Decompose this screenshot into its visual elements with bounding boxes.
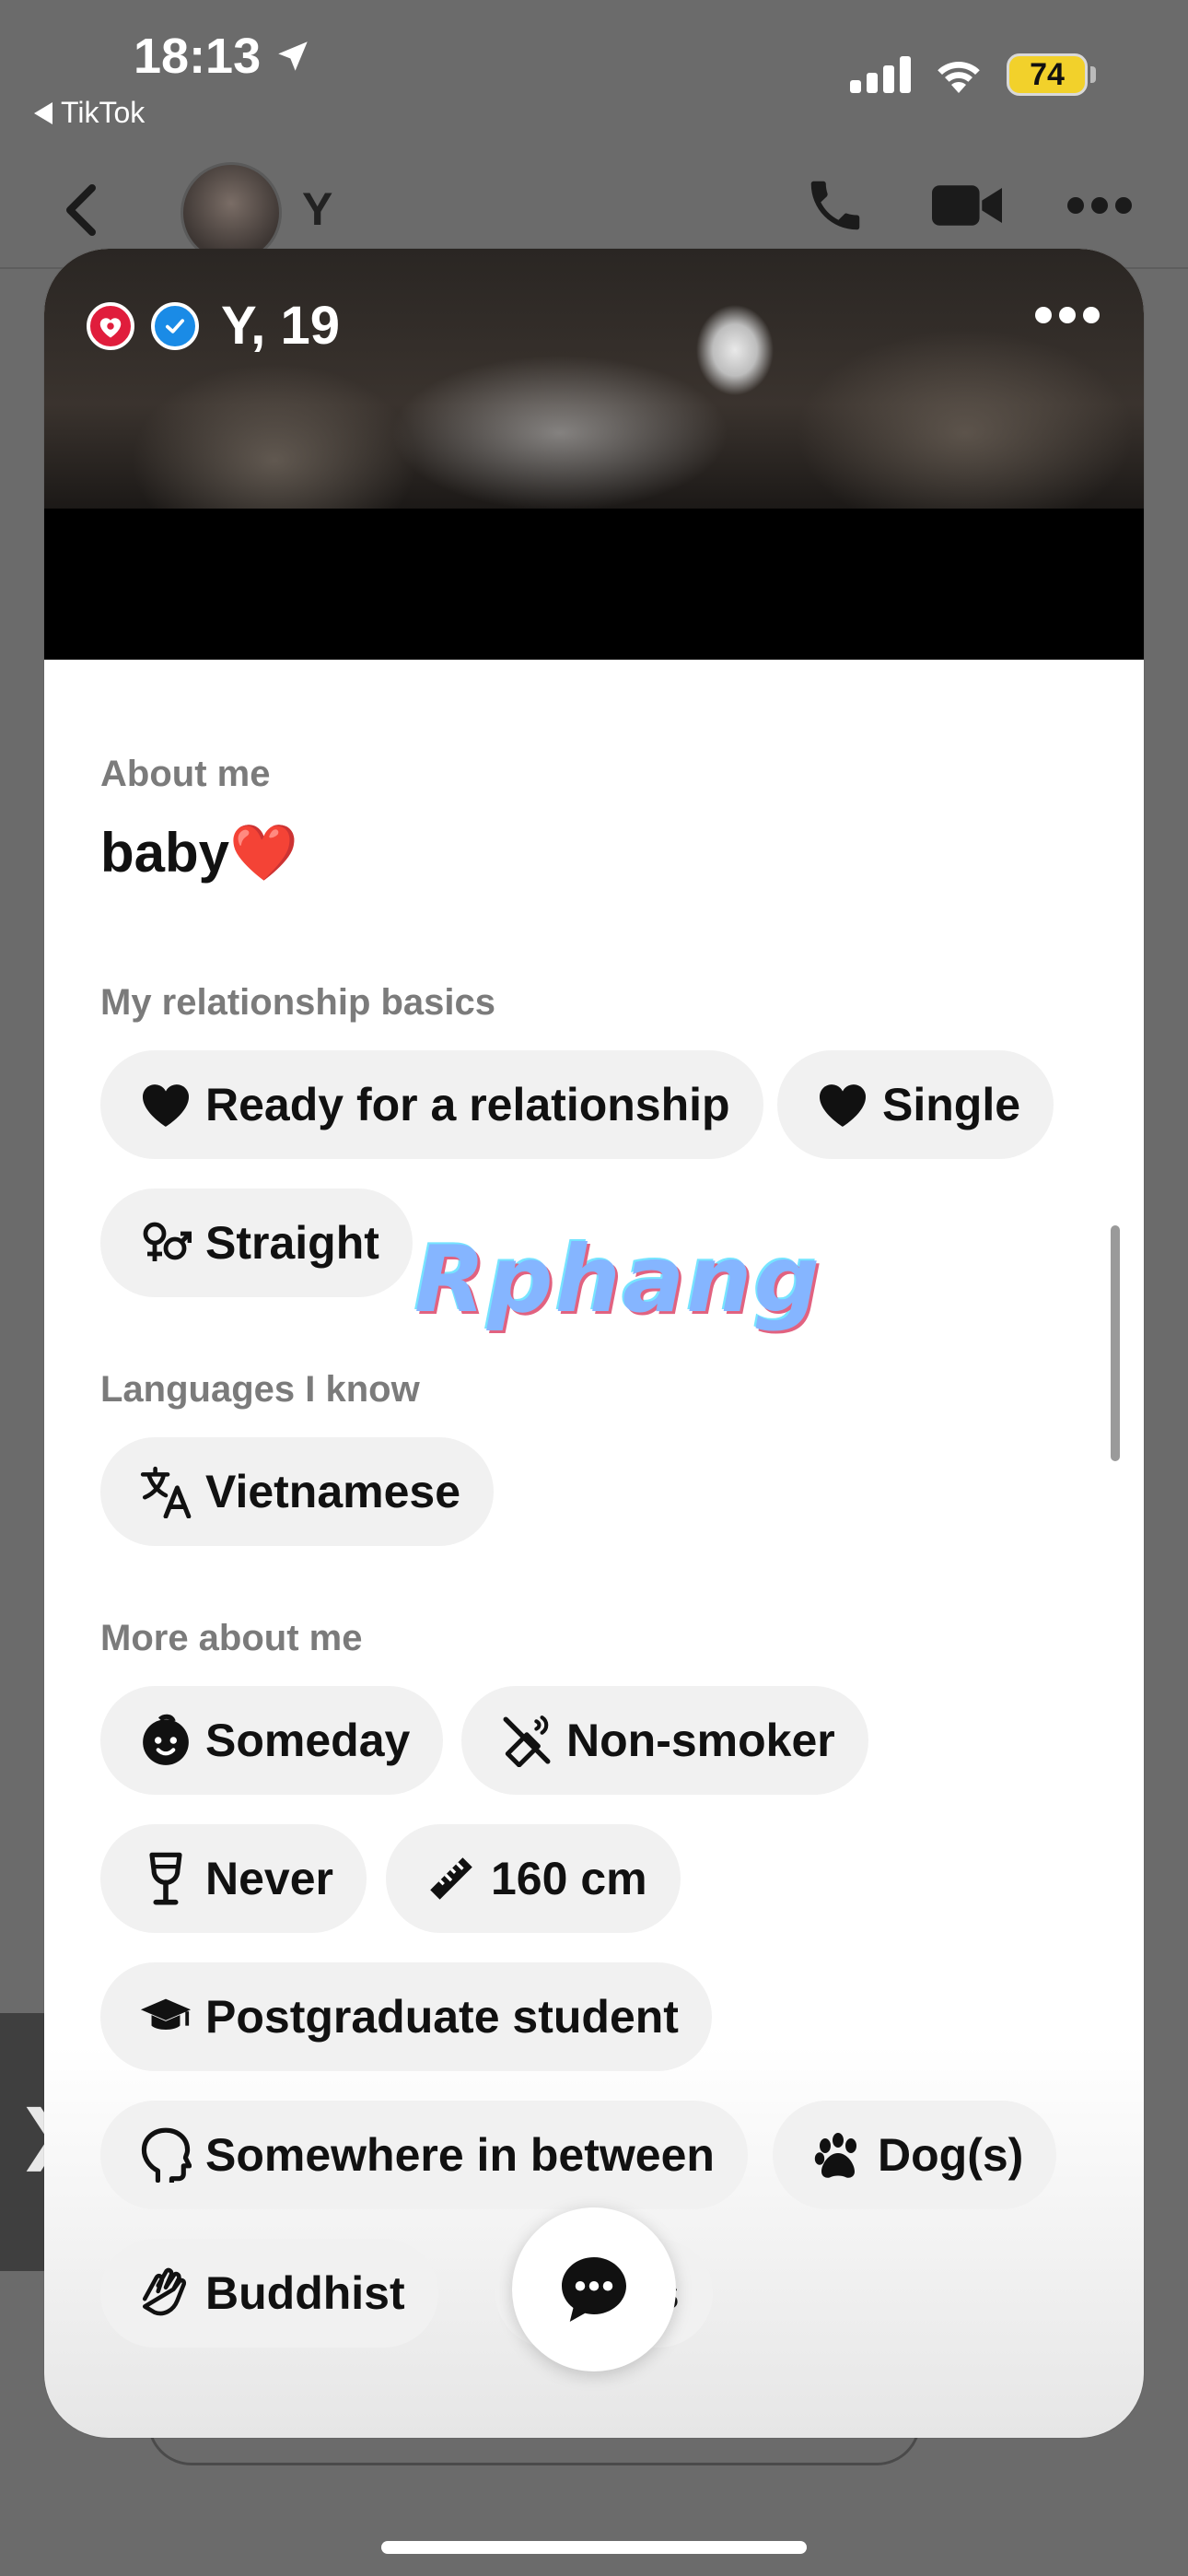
back-chevron-icon — [66, 184, 96, 236]
heart-icon — [816, 1078, 869, 1131]
wine-glass-icon — [139, 1852, 192, 1905]
hearts-badge-icon — [87, 301, 134, 350]
graduation-cap-icon — [139, 1990, 192, 2043]
verified-check-icon — [151, 301, 199, 350]
chip-height: 160 cm — [386, 1824, 681, 1933]
battery-level: 74 — [1007, 53, 1088, 96]
chip-label: Vietnamese — [205, 1466, 461, 1517]
chip-language: Vietnamese — [100, 1437, 495, 1546]
back-triangle-icon — [34, 101, 52, 124]
no-smoking-icon — [500, 1714, 553, 1767]
more-about-me-label: More about me — [100, 1618, 363, 1658]
video-camera-icon[interactable] — [932, 180, 1002, 231]
chip-label: Straight — [205, 1217, 379, 1269]
profile-photo[interactable] — [44, 249, 1144, 509]
gender-symbols-icon — [139, 1216, 192, 1270]
profile-photo-letterbox — [44, 509, 1144, 660]
praying-hands-icon — [139, 2266, 192, 2320]
chat-actions — [803, 173, 1133, 238]
chip-label: Ready for a relationship — [205, 1079, 730, 1130]
chat-bubble-icon — [562, 2257, 626, 2322]
chip-orientation: Straight — [100, 1188, 413, 1297]
languages-label: Languages I know — [100, 1369, 420, 1410]
chip-personality: Somewhere in between — [100, 2101, 748, 2209]
chip-religion: Buddhist — [100, 2239, 438, 2348]
chip-label: Buddhist — [205, 2267, 405, 2319]
chip-pets: Dog(s) — [773, 2101, 1057, 2209]
paw-icon — [811, 2128, 865, 2182]
chip-education: Postgraduate student — [100, 1962, 712, 2071]
chip-label: Somewhere in between — [205, 2129, 715, 2181]
phone-icon[interactable] — [803, 173, 868, 238]
battery-tip — [1090, 66, 1096, 83]
location-arrow-icon — [278, 41, 308, 71]
chip-relationship-status: Single — [777, 1050, 1054, 1159]
wifi-icon — [938, 62, 980, 93]
clock-text: 18:13 — [134, 29, 262, 84]
chip-label: Single — [882, 1079, 1021, 1130]
status-indicators: 74 — [850, 53, 1096, 96]
about-me-text: baby❤️ — [100, 822, 298, 884]
heart-icon — [139, 1078, 192, 1131]
cellular-signal-icon — [850, 56, 911, 93]
relationship-basics-label: My relationship basics — [100, 982, 496, 1023]
status-time: 18:13 — [134, 28, 312, 85]
chip-label: Never — [205, 1853, 333, 1904]
status-bar: 18:13 TikTok 74 — [0, 0, 1188, 138]
more-dots-icon — [1035, 307, 1100, 323]
profile-header: Y, 19 — [87, 295, 340, 357]
battery-icon: 74 — [1007, 53, 1096, 96]
scrollbar[interactable] — [1111, 1225, 1120, 1461]
chip-label: Non-smoker — [566, 1715, 835, 1766]
more-dots-icon[interactable] — [1066, 196, 1133, 215]
baby-face-icon — [139, 1714, 192, 1767]
chat-contact-name[interactable]: Y — [302, 182, 332, 236]
profile-name-age: Y, 19 — [221, 296, 340, 356]
chip-relationship-goal: Ready for a relationship — [100, 1050, 763, 1159]
chip-label: Postgraduate student — [205, 1991, 679, 2043]
chat-button[interactable] — [512, 2207, 676, 2371]
watermark-text: Rphang — [414, 1225, 822, 1333]
chip-label: Dog(s) — [878, 2129, 1024, 2181]
chip-smoking: Non-smoker — [461, 1686, 868, 1795]
about-me-label: About me — [100, 754, 271, 794]
back-app-label: TikTok — [61, 96, 146, 129]
chip-family-plans: Someday — [100, 1686, 444, 1795]
profile-card: Y, 19 About me baby❤️ My relationship ba… — [44, 249, 1144, 2438]
back-button[interactable] — [63, 182, 99, 242]
chip-label: 160 cm — [491, 1853, 647, 1904]
chip-label: Someday — [205, 1715, 411, 1766]
translate-icon — [139, 1465, 192, 1518]
back-to-app-link[interactable]: TikTok — [33, 96, 145, 130]
head-profile-icon — [139, 2127, 192, 2183]
profile-more-button[interactable] — [1033, 306, 1101, 329]
ruler-icon — [425, 1852, 478, 1905]
home-indicator[interactable] — [381, 2541, 807, 2554]
chip-drinking: Never — [100, 1824, 367, 1933]
